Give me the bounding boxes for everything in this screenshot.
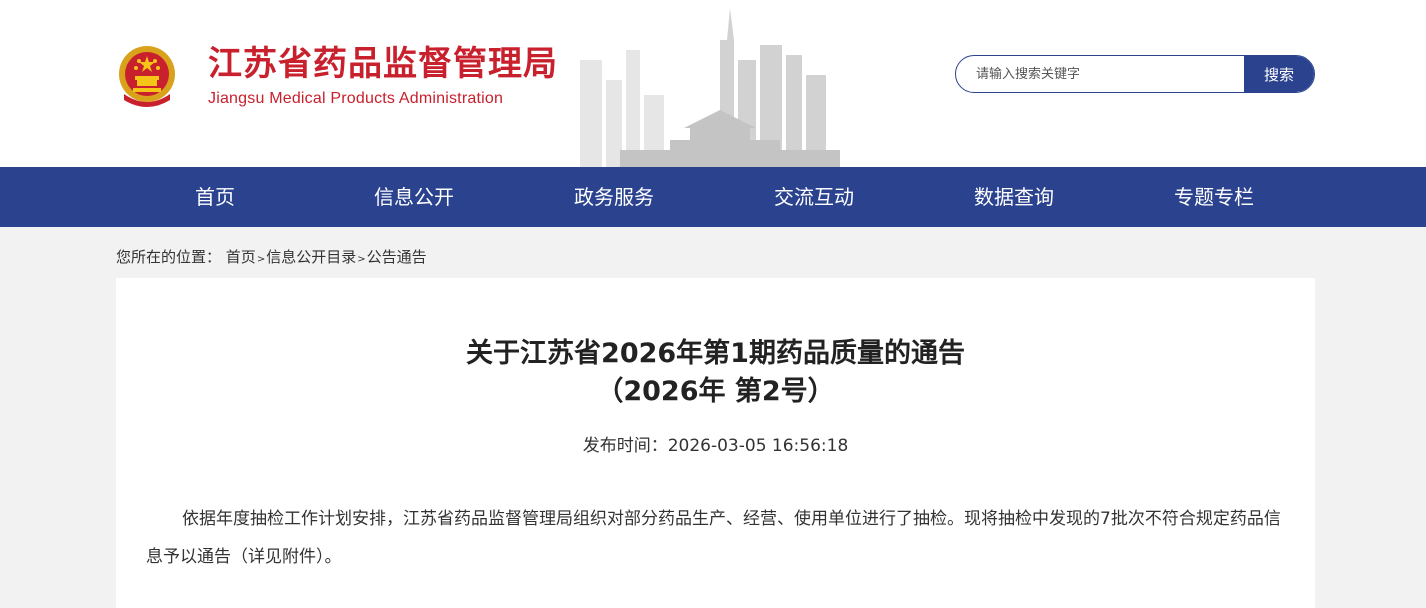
article-title: 关于江苏省2026年第1期药品质量的通告: [466, 338, 965, 369]
publish-time-value: 2026-03-05 16:56:18: [667, 436, 849, 456]
publish-time: 发布时间：2026-03-05 16:56:18: [116, 431, 1315, 456]
site-subtitle: Jiangsu Medical Products Administration: [208, 90, 504, 107]
nav-item-data-query[interactable]: 数据查询: [914, 167, 1114, 227]
article-content: 关于江苏省2026年第1期药品质量的通告 （2026年 第2号） 发布时间：20…: [116, 278, 1315, 608]
breadcrumb-link-info-catalog[interactable]: 信息公开目录: [266, 246, 356, 267]
article-body: 依据年度抽检工作计划安排，江苏省药品监督管理局组织对部分药品生产、经营、使用单位…: [146, 509, 1281, 567]
main-nav: 首页 信息公开 政务服务 交流互动 数据查询 专题专栏: [0, 167, 1426, 227]
city-skyline-banner: [580, 8, 840, 167]
breadcrumb-link-announcements[interactable]: 公告通告: [367, 246, 427, 267]
nav-item-government-services[interactable]: 政务服务: [514, 167, 714, 227]
site-header: 江苏省药品监督管理局 Jiangsu Medical Products Admi…: [0, 0, 1426, 167]
breadcrumb-separator: >: [357, 254, 366, 265]
breadcrumb-separator: >: [256, 254, 266, 265]
national-emblem-icon[interactable]: [116, 44, 178, 110]
nav-item-special-topics[interactable]: 专题专栏: [1114, 167, 1314, 227]
breadcrumb-prefix: 您所在的位置：: [116, 248, 222, 266]
article-subtitle: （2026年 第2号）: [596, 376, 835, 407]
site-title[interactable]: 江苏省药品监督管理局: [208, 44, 558, 84]
search-box: 搜索: [955, 55, 1315, 93]
breadcrumb-link-home[interactable]: 首页: [226, 246, 256, 267]
nav-item-home[interactable]: 首页: [115, 167, 315, 227]
nav-item-interaction[interactable]: 交流互动: [714, 167, 914, 227]
search-input[interactable]: [956, 56, 1246, 92]
nav-item-info-disclosure[interactable]: 信息公开: [314, 167, 514, 227]
publish-time-label: 发布时间：: [582, 436, 668, 456]
search-button[interactable]: 搜索: [1244, 56, 1314, 92]
breadcrumb: 您所在的位置： 首页>信息公开目录>公告通告: [116, 246, 427, 267]
